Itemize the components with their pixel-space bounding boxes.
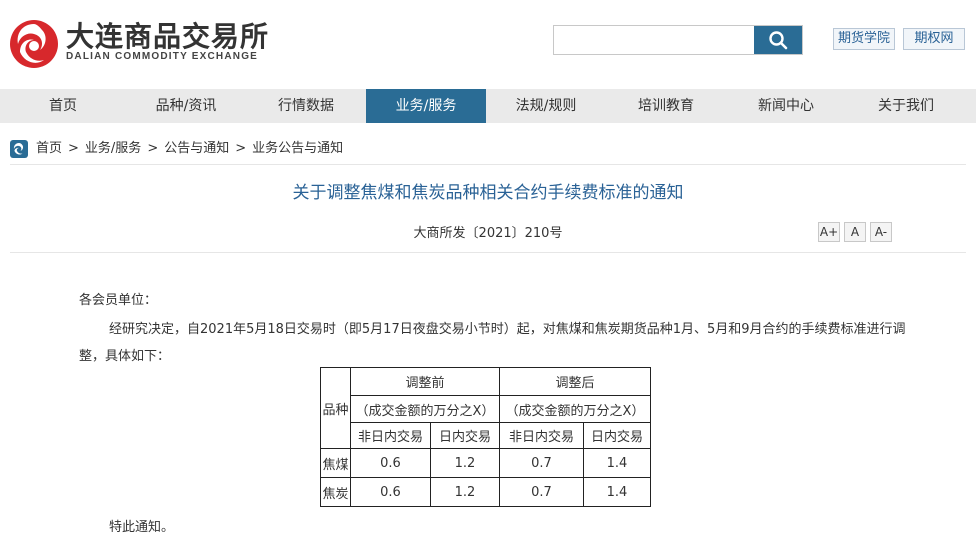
table-cell: 0.7: [499, 477, 584, 507]
table-cell: 1.4: [583, 477, 651, 507]
nav-item-business[interactable]: 业务/服务: [366, 89, 486, 123]
table-unit-after: （成交金额的万分之X）: [499, 395, 651, 423]
divider: [10, 164, 966, 165]
breadcrumb-notices[interactable]: 公告与通知: [164, 139, 229, 159]
breadcrumb-home[interactable]: 首页: [36, 139, 62, 159]
table-sub-header: 日内交易: [430, 422, 500, 449]
table-cell: 1.4: [583, 448, 651, 478]
table-cell: 0.6: [350, 477, 431, 507]
table-cell: 1.2: [430, 448, 500, 478]
salutation: 各会员单位：: [79, 293, 158, 308]
table-row: 焦煤 0.6 1.2 0.7 1.4: [320, 448, 651, 478]
table-header-product: 品种: [320, 367, 351, 449]
breadcrumb-business[interactable]: 业务/服务: [85, 139, 141, 159]
font-increase-button[interactable]: A+: [818, 222, 840, 242]
table-header-after: 调整后: [499, 367, 651, 396]
search-box: [553, 25, 803, 55]
table-row: 焦炭 0.6 1.2 0.7 1.4: [320, 477, 651, 507]
dce-logo-icon: [10, 20, 58, 68]
table-sub-header: 非日内交易: [499, 422, 584, 449]
nav-item-home[interactable]: 首页: [0, 89, 126, 123]
table-cell-product: 焦煤: [320, 448, 351, 478]
logo-title: 大连商品交易所: [66, 20, 270, 53]
article-paragraph: 经研究决定，自2021年5月18日交易时（即5月17日夜盘交易小节时）起，对焦煤…: [79, 322, 906, 364]
location-icon: [10, 140, 28, 158]
nav-item-news[interactable]: 新闻中心: [726, 89, 846, 123]
search-button[interactable]: [754, 26, 802, 54]
breadcrumb-current[interactable]: 业务公告与通知: [252, 139, 343, 159]
table-cell-product: 焦炭: [320, 477, 351, 507]
fee-table: 品种 调整前 调整后 （成交金额的万分之X） （成交金额的万分之X） 非日内交易…: [320, 367, 651, 507]
table-cell: 1.2: [430, 477, 500, 507]
options-site-link[interactable]: 期权网: [903, 28, 965, 50]
search-icon: [769, 31, 788, 50]
article-title: 关于调整焦煤和焦炭品种相关合约手续费标准的通知: [292, 183, 684, 203]
futures-academy-link[interactable]: 期货学院: [833, 28, 895, 50]
nav-item-market-data[interactable]: 行情数据: [246, 89, 366, 123]
breadcrumb-separator: >: [235, 141, 247, 156]
nav-item-rules[interactable]: 法规/规则: [486, 89, 606, 123]
closing-text: 特此通知。: [109, 520, 175, 535]
breadcrumb-separator: >: [147, 141, 159, 156]
search-input[interactable]: [554, 26, 754, 54]
breadcrumb: 首页 > 业务/服务 > 公告与通知 > 业务公告与通知: [36, 139, 343, 159]
table-sub-header: 非日内交易: [350, 422, 431, 449]
table-sub-header: 日内交易: [583, 422, 651, 449]
table-header-before: 调整前: [350, 367, 500, 396]
nav-item-training[interactable]: 培训教育: [606, 89, 726, 123]
main-nav: 首页 品种/资讯 行情数据 业务/服务 法规/规则 培训教育 新闻中心 关于我们: [0, 89, 976, 123]
divider: [10, 252, 966, 253]
nav-item-about[interactable]: 关于我们: [846, 89, 966, 123]
nav-item-products[interactable]: 品种/资讯: [126, 89, 246, 123]
logo-subtitle: DALIAN COMMODITY EXCHANGE: [66, 51, 259, 62]
font-size-controls: A+ A A-: [818, 222, 892, 242]
table-cell: 0.7: [499, 448, 584, 478]
table-cell: 0.6: [350, 448, 431, 478]
breadcrumb-separator: >: [68, 141, 79, 156]
table-unit-before: （成交金额的万分之X）: [350, 395, 500, 423]
font-reset-button[interactable]: A: [844, 222, 866, 242]
font-decrease-button[interactable]: A-: [870, 222, 892, 242]
